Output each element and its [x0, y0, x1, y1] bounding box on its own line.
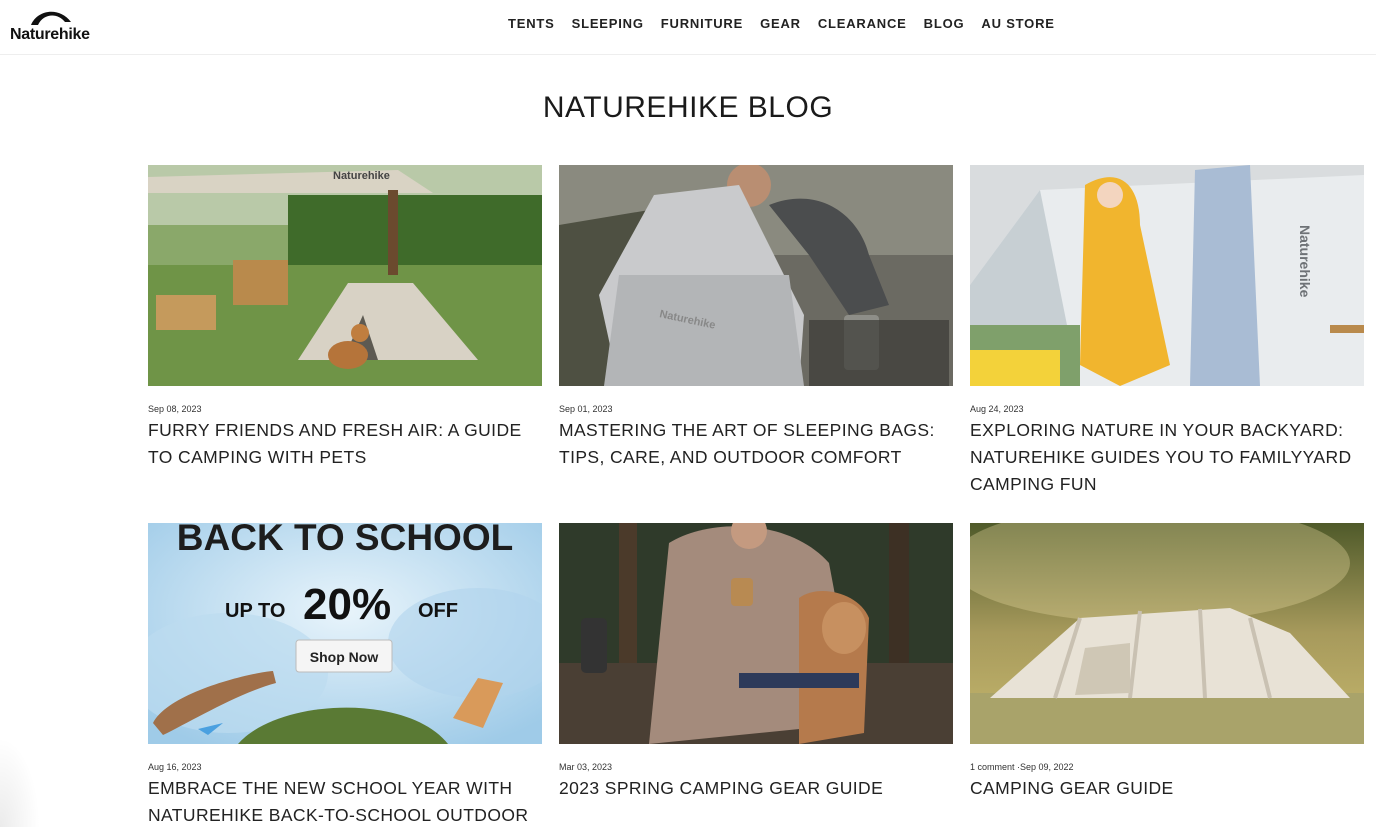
- svg-text:BACK TO SCHOOL: BACK TO SCHOOL: [177, 523, 513, 558]
- brand-name: Naturehike: [10, 26, 90, 43]
- nav-item-blog[interactable]: BLOG: [924, 16, 965, 31]
- svg-text:UP TO: UP TO: [225, 600, 285, 622]
- post-meta: Mar 03, 2023: [559, 762, 613, 772]
- brand-logo[interactable]: Naturehike: [10, 8, 94, 46]
- post-meta: Sep 08, 2023: [148, 404, 202, 414]
- nav-item-sleeping[interactable]: SLEEPING: [572, 16, 644, 31]
- post-title[interactable]: EMBRACE THE NEW SCHOOL YEAR WITH NATUREH…: [148, 775, 542, 829]
- post-image-spring-gear[interactable]: [559, 523, 953, 744]
- post-title[interactable]: FURRY FRIENDS AND FRESH AIR: A GUIDE TO …: [148, 417, 542, 471]
- svg-text:OFF: OFF: [418, 600, 458, 622]
- post-image-sleeping-bags[interactable]: Naturehike: [559, 165, 953, 386]
- svg-text:20%: 20%: [303, 580, 391, 629]
- main-nav: TENTS SLEEPING FURNITURE GEAR CLEARANCE …: [508, 16, 1055, 31]
- blog-card: Naturehike Sep 08, 2023 FURRY FRIENDS AN…: [148, 165, 542, 471]
- post-title[interactable]: EXPLORING NATURE IN YOUR BACKYARD: NATUR…: [970, 417, 1364, 498]
- post-image-camping-with-pets[interactable]: Naturehike: [148, 165, 542, 386]
- page-title: NATUREHIKE BLOG: [542, 91, 834, 124]
- post-image-camping-gear-guide[interactable]: [970, 523, 1364, 744]
- svg-text:Naturehike: Naturehike: [1297, 225, 1313, 298]
- svg-text:Shop Now: Shop Now: [310, 649, 379, 665]
- post-image-back-to-school[interactable]: BACK TO SCHOOL UP TO 20% OFF Shop Now: [148, 523, 542, 744]
- blog-card: BACK TO SCHOOL UP TO 20% OFF Shop Now Au…: [148, 523, 542, 829]
- nav-item-furniture[interactable]: FURNITURE: [661, 16, 743, 31]
- post-meta: Sep 01, 2023: [559, 404, 613, 414]
- post-title[interactable]: CAMPING GEAR GUIDE: [970, 775, 1364, 802]
- post-title[interactable]: MASTERING THE ART OF SLEEPING BAGS: TIPS…: [559, 417, 953, 471]
- post-meta: 1 comment ·Sep 09, 2022: [970, 762, 1074, 772]
- logo-arc-icon: [31, 11, 71, 25]
- nav-item-tents[interactable]: TENTS: [508, 16, 555, 31]
- nav-item-gear[interactable]: GEAR: [760, 16, 801, 31]
- nav-item-clearance[interactable]: CLEARANCE: [818, 16, 907, 31]
- blog-card: Mar 03, 2023 2023 SPRING CAMPING GEAR GU…: [559, 523, 953, 802]
- post-image-backyard-camping[interactable]: Naturehike: [970, 165, 1364, 386]
- blog-card: Naturehike Aug 24, 2023 EXPLORING NATURE…: [970, 165, 1364, 498]
- svg-text:Naturehike: Naturehike: [333, 170, 390, 182]
- post-meta: Aug 24, 2023: [970, 404, 1024, 414]
- post-title[interactable]: 2023 SPRING CAMPING GEAR GUIDE: [559, 775, 953, 802]
- blog-card: 1 comment ·Sep 09, 2022 CAMPING GEAR GUI…: [970, 523, 1364, 802]
- nav-item-au-store[interactable]: AU STORE: [981, 16, 1054, 31]
- site-header: Naturehike TENTS SLEEPING FURNITURE GEAR…: [0, 0, 1376, 55]
- post-meta: Aug 16, 2023: [148, 762, 202, 772]
- corner-shadow: [0, 737, 40, 827]
- blog-card: Naturehike Sep 01, 2023 MASTERING THE AR…: [559, 165, 953, 471]
